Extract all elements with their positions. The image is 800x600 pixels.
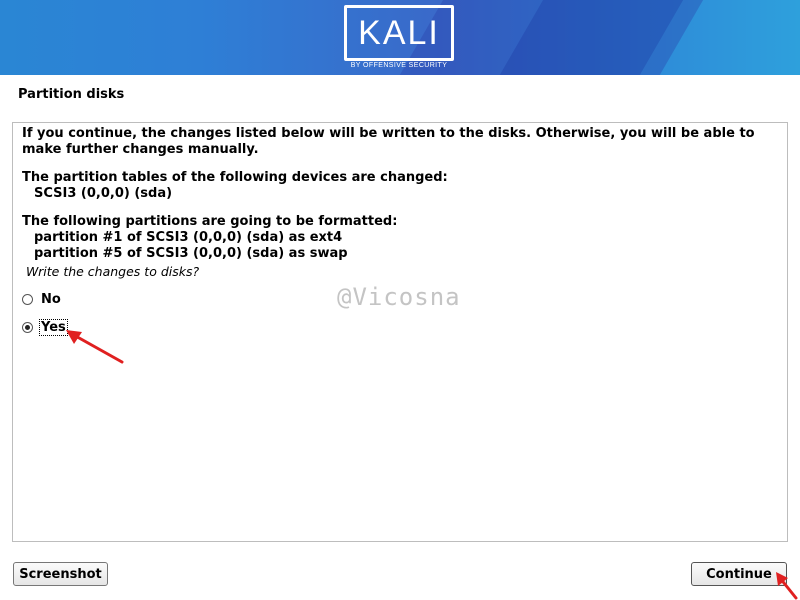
kali-banner: KALI BY OFFENSIVE SECURITY bbox=[0, 0, 800, 75]
intro-text: If you continue, the changes listed belo… bbox=[22, 126, 755, 157]
format-section: The following partitions are going to be… bbox=[22, 214, 397, 262]
option-no[interactable]: No bbox=[22, 292, 62, 307]
kali-logo-text: KALI bbox=[358, 13, 440, 52]
write-changes-question: Write the changes to disks? bbox=[26, 264, 200, 279]
option-yes[interactable]: Yes bbox=[22, 319, 68, 336]
radio-no[interactable] bbox=[22, 294, 33, 305]
page-title: Partition disks bbox=[18, 87, 125, 102]
option-no-label[interactable]: No bbox=[40, 292, 62, 307]
radio-yes[interactable] bbox=[22, 322, 33, 333]
format-heading: The following partitions are going to be… bbox=[22, 214, 398, 229]
continue-button[interactable]: Continue bbox=[691, 562, 787, 586]
option-yes-label[interactable]: Yes bbox=[39, 319, 68, 336]
device-item: SCSI3 (0,0,0) (sda) bbox=[34, 186, 173, 201]
kali-logo-subtitle: BY OFFENSIVE SECURITY bbox=[350, 62, 448, 69]
kali-logo: KALI bbox=[344, 5, 454, 61]
watermark: @Vicosna bbox=[337, 283, 461, 311]
partition-item: partition #5 of SCSI3 (0,0,0) (sda) as s… bbox=[34, 246, 348, 261]
partition-item: partition #1 of SCSI3 (0,0,0) (sda) as e… bbox=[34, 230, 343, 245]
screenshot-button[interactable]: Screenshot bbox=[13, 562, 108, 586]
partition-tables-heading: The partition tables of the following de… bbox=[22, 170, 448, 185]
partition-tables-section: The partition tables of the following de… bbox=[22, 170, 448, 202]
